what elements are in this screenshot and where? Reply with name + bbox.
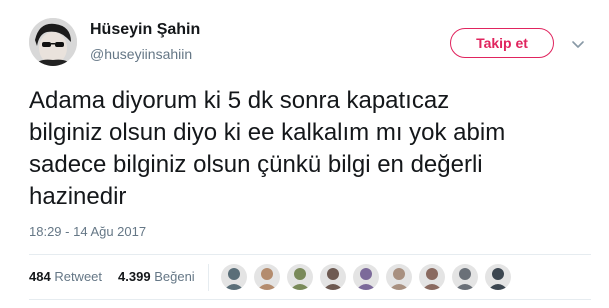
liker-avatar[interactable] bbox=[485, 264, 511, 290]
avatar-image bbox=[29, 18, 77, 66]
follow-button[interactable]: Takip et bbox=[450, 28, 554, 58]
liker-avatars bbox=[221, 264, 511, 290]
liker-avatar[interactable] bbox=[419, 264, 445, 290]
author-avatar[interactable] bbox=[29, 18, 77, 66]
tweet-text: Adama diyorum ki 5 dk sonra kapatıcaz bi… bbox=[29, 87, 506, 210]
liker-avatar[interactable] bbox=[254, 264, 280, 290]
like-count: 4.399 bbox=[118, 269, 151, 284]
like-stat[interactable]: 4.399 Beğeni bbox=[118, 269, 195, 284]
liker-avatar[interactable] bbox=[320, 264, 346, 290]
liker-avatar[interactable] bbox=[221, 264, 247, 290]
tweet-timestamp[interactable]: 18:29 - 14 Ağu 2017 bbox=[29, 224, 146, 239]
liker-avatar[interactable] bbox=[452, 264, 478, 290]
author-display-name[interactable]: Hüseyin Şahin bbox=[90, 21, 200, 39]
tweet-stats: 484 Retweet 4.399 Beğeni bbox=[29, 269, 195, 284]
divider bbox=[29, 254, 591, 255]
like-label: Beğeni bbox=[154, 269, 195, 284]
liker-avatar[interactable] bbox=[287, 264, 313, 290]
more-options-chevron-icon[interactable] bbox=[570, 36, 586, 52]
liker-avatar[interactable] bbox=[386, 264, 412, 290]
retweet-label: Retweet bbox=[54, 269, 103, 284]
author-handle[interactable]: @huseyiinsahiin bbox=[90, 46, 192, 62]
liker-avatar[interactable] bbox=[353, 264, 379, 290]
stats-separator bbox=[208, 264, 209, 291]
divider bbox=[29, 299, 591, 300]
retweet-count: 484 bbox=[29, 269, 51, 284]
retweet-stat[interactable]: 484 Retweet bbox=[29, 269, 102, 284]
